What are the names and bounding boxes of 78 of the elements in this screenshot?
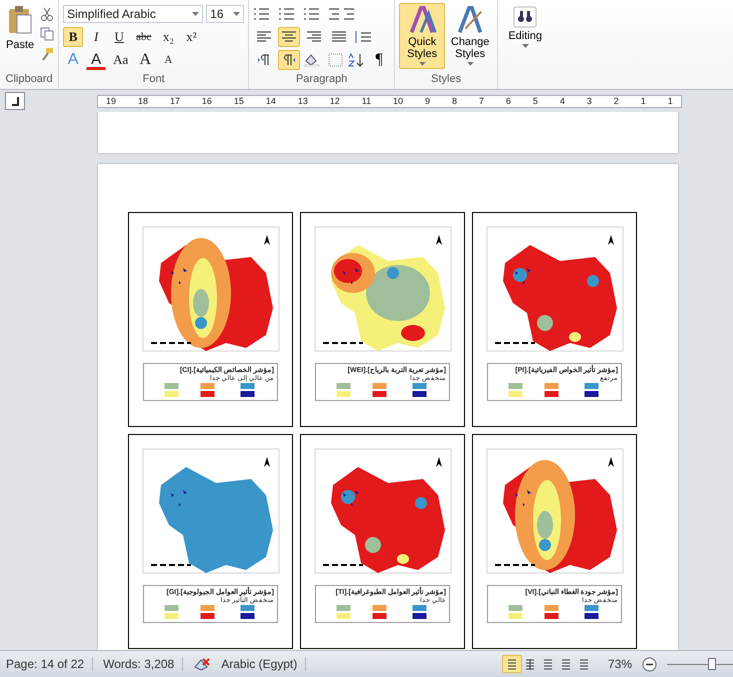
- format-button[interactable]: B: [63, 26, 84, 46]
- outline-view-icon: [560, 658, 572, 670]
- ruler-number: 18: [138, 96, 148, 106]
- caret-icon: [418, 62, 426, 66]
- group-label: Styles: [430, 73, 462, 87]
- ruler-number: 4: [560, 96, 565, 106]
- ruler-number: 17: [170, 96, 180, 106]
- group-label: Font: [142, 73, 166, 87]
- format-button[interactable]: U: [109, 26, 130, 46]
- ruler-number: 15: [234, 96, 244, 106]
- ruler-number: 9: [425, 96, 430, 106]
- sort-icon[interactable]: [347, 52, 366, 66]
- draft-view-icon: [578, 658, 590, 670]
- format-button[interactable]: abc: [132, 26, 156, 46]
- reading-view-icon: [524, 658, 536, 670]
- align-icon: [307, 30, 322, 42]
- ruler-number: 13: [298, 96, 308, 106]
- format-button[interactable]: A: [86, 50, 106, 70]
- binoculars-icon: [513, 6, 538, 28]
- font-size-field[interactable]: 16: [206, 4, 244, 22]
- right-to-left-button[interactable]: [278, 50, 300, 70]
- show-marks-button[interactable]: ¶: [368, 50, 390, 70]
- font-size-value: 16: [210, 6, 224, 20]
- group-label: Paragraph: [294, 73, 348, 87]
- paste-button[interactable]: Paste: [4, 3, 36, 53]
- zoom-out-icon[interactable]: [642, 656, 657, 672]
- ruler-number: 14: [266, 96, 276, 106]
- zoom-level[interactable]: 73%: [608, 657, 632, 671]
- caret-icon: [192, 12, 200, 16]
- ruler-number: 2: [614, 96, 619, 106]
- group-label: Clipboard: [4, 73, 54, 87]
- format-button[interactable]: I: [86, 26, 106, 46]
- ruler-number: 6: [506, 96, 511, 106]
- caret-icon: [522, 44, 529, 48]
- paragraph-direction-icon: [257, 54, 272, 66]
- caret-icon: [233, 12, 240, 16]
- font-name-value: Simplified Arabic: [67, 6, 156, 20]
- align-icon: [257, 30, 272, 42]
- font-name-field[interactable]: Simplified Arabic: [63, 4, 204, 22]
- print-view-icon: [506, 658, 518, 670]
- styles-button[interactable]: Quick Styles: [399, 3, 446, 69]
- scissors-icon[interactable]: [40, 7, 54, 21]
- align-icon: [282, 30, 296, 42]
- letter-a-icon: [407, 6, 438, 34]
- web-view-icon: [542, 658, 554, 670]
- format-button[interactable]: x₂: [158, 26, 178, 46]
- page-count[interactable]: Page: 14 of 22: [6, 657, 94, 671]
- ruler-number: 12: [330, 96, 340, 106]
- tab-selector-icon[interactable]: [5, 92, 25, 110]
- ruler-number: 16: [202, 96, 212, 106]
- word-count[interactable]: Words: 3,208: [103, 657, 184, 671]
- caret-icon: [466, 62, 474, 66]
- styles-button[interactable]: Change Styles: [447, 3, 494, 69]
- editing-button[interactable]: Editing: [502, 3, 548, 69]
- format-button[interactable]: Aa: [109, 50, 132, 70]
- proofing-icon[interactable]: [193, 657, 212, 671]
- zoom-slider-thumb[interactable]: [708, 658, 716, 670]
- ruler-number: 3: [586, 96, 592, 106]
- ruler-number: 11: [362, 96, 372, 106]
- ruler-number: 1: [668, 96, 673, 106]
- format-button[interactable]: A: [158, 50, 178, 70]
- language-indicator[interactable]: Arabic (Egypt): [221, 657, 306, 671]
- ruler-number: 8: [452, 96, 457, 106]
- line-spacing-icon[interactable]: [353, 30, 374, 44]
- format-button[interactable]: A: [135, 50, 156, 70]
- print-view-button[interactable]: [502, 655, 522, 673]
- paragraph-direction-icon: [282, 54, 296, 66]
- copy-icon[interactable]: [40, 27, 54, 41]
- ruler-number: 1: [640, 96, 646, 106]
- clipboard-icon: [7, 5, 34, 35]
- ruler-number: 10: [393, 96, 404, 106]
- align-center-button[interactable]: [278, 26, 300, 46]
- align-icon: [332, 30, 346, 42]
- ruler-number: 5: [532, 96, 538, 106]
- ruler-number: 19: [106, 96, 116, 106]
- ruler-number: 7: [478, 96, 484, 106]
- brush-icon[interactable]: [40, 47, 54, 61]
- format-button[interactable]: x²: [181, 26, 202, 46]
